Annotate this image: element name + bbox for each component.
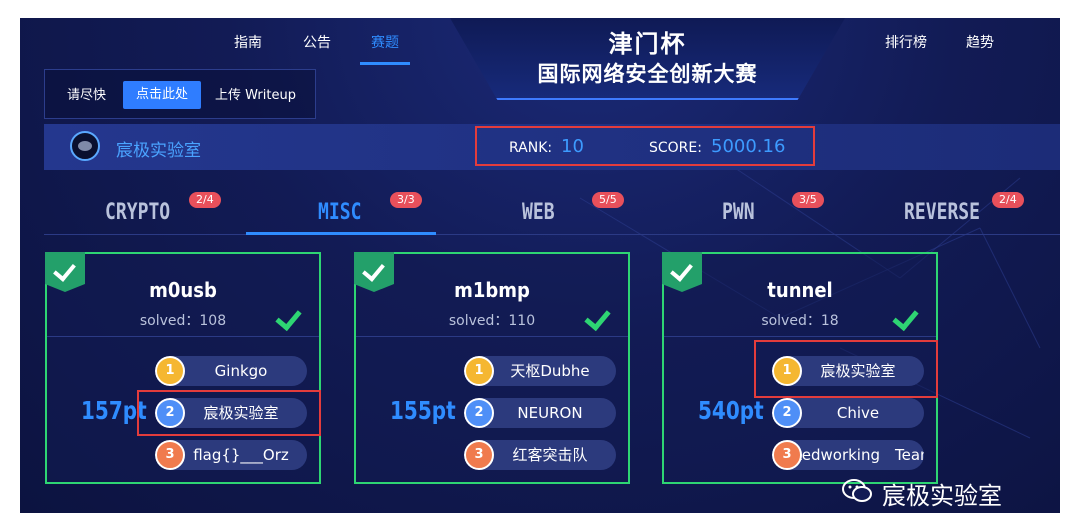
solver-name: 天枢Dubhe	[510, 362, 590, 380]
tab-misc-badge: 3/3	[390, 192, 422, 208]
tab-web-label: WEB	[522, 200, 555, 225]
solver-name: NEURON	[517, 404, 583, 422]
watermark-text: 宸极实验室	[882, 482, 1002, 510]
wechat-icon	[842, 479, 872, 502]
solver-second: 2 NEURON	[464, 398, 616, 428]
nav-active-indicator	[360, 62, 410, 65]
upload-writeup-link[interactable]: 上传 Writeup	[215, 84, 296, 103]
card-divider	[664, 336, 936, 337]
rank-label: RANK:	[509, 140, 553, 156]
nav-challenges[interactable]: 赛题	[371, 32, 399, 52]
card-divider	[356, 336, 628, 337]
solver-third: 3 flag{}___Orz	[155, 440, 307, 470]
category-tabs: CRYPTO 2/4 MISC 3/3 WEB 5/5 PWN 3/5 REVE…	[20, 190, 1060, 240]
wechat-watermark: 宸极实验室	[842, 476, 1002, 511]
nav-announcements[interactable]: 公告	[303, 32, 331, 52]
rank-value: 10	[561, 136, 584, 157]
hint-text: 请尽快	[67, 88, 107, 103]
nav-leaderboard[interactable]: 排行榜	[885, 32, 927, 52]
tab-active-indicator	[246, 232, 436, 235]
solver-second: 2 Chive	[772, 398, 924, 428]
solver-first: 1 天枢Dubhe	[464, 356, 616, 386]
challenge-points: 155pt	[390, 396, 456, 425]
event-banner: 津门杯 国际网络安全创新大赛	[450, 18, 845, 100]
solver-first: 1 Ginkgo	[155, 356, 307, 386]
solver-name: 红客突击队	[512, 446, 588, 464]
tab-reverse-label: REVERSE	[904, 200, 981, 225]
team-avatar	[70, 131, 100, 161]
solver-name: flag{}___Orz	[193, 446, 289, 464]
challenge-points: 540pt	[698, 396, 764, 425]
solver-third: 3 红客突击队	[464, 440, 616, 470]
nav-trends[interactable]: 趋势	[966, 32, 994, 52]
score-label: SCORE:	[649, 140, 702, 156]
event-subtitle: 国际网络安全创新大赛	[537, 62, 758, 86]
tab-pwn-label: PWN	[722, 200, 755, 225]
card-divider	[47, 336, 319, 337]
team-name: 宸极实验室	[116, 141, 201, 161]
rank-score-box: RANK: 10 SCORE: 5000.16	[475, 126, 815, 166]
solver-name: Ginkgo	[214, 362, 268, 380]
event-title: 津门杯	[608, 30, 687, 58]
bronze-medal-icon: 3	[772, 440, 802, 470]
score-value: 5000.16	[711, 136, 786, 157]
tab-web-badge: 5/5	[592, 192, 624, 208]
click-here-button[interactable]: 点击此处	[123, 81, 201, 109]
ctf-platform-screen: 指南 公告 赛题 排行榜 趋势 津门杯 国际网络安全创新大赛 请尽快 点击此处 …	[20, 18, 1060, 513]
tab-reverse-badge: 2/4	[992, 192, 1024, 208]
bronze-medal-icon: 3	[464, 440, 494, 470]
gold-medal-icon: 1	[464, 356, 494, 386]
writeup-hint-box: 请尽快 点击此处 上传 Writeup	[44, 69, 316, 119]
solver-name: Redworking Team	[792, 446, 924, 464]
tab-crypto-badge: 2/4	[189, 192, 221, 208]
silver-medal-icon: 2	[464, 398, 494, 428]
nav-guide[interactable]: 指南	[234, 32, 262, 52]
gold-medal-icon: 1	[155, 356, 185, 386]
highlight-box	[754, 340, 938, 398]
solver-third: 3 Redworking Team	[772, 440, 924, 470]
tab-misc-label: MISC	[318, 200, 362, 225]
challenge-card-m0usb[interactable]: m0usb solved：108 157pt 1 Ginkgo 2 宸极实验室 …	[45, 252, 321, 484]
bronze-medal-icon: 3	[155, 440, 185, 470]
team-status-bar: 宸极实验室 RANK: 10 SCORE: 5000.16	[44, 124, 1060, 170]
challenge-card-m1bmp[interactable]: m1bmp solved：110 155pt 1 天枢Dubhe 2 NEURO…	[354, 252, 630, 484]
silver-medal-icon: 2	[772, 398, 802, 428]
challenge-title: m1bmp	[454, 278, 530, 302]
solver-name: Chive	[836, 404, 880, 422]
challenge-card-tunnel[interactable]: tunnel solved：18 540pt 1 宸极实验室 2 Chive 3…	[662, 252, 938, 484]
challenge-title: tunnel	[767, 278, 833, 302]
tab-crypto-label: CRYPTO	[105, 200, 171, 225]
tab-pwn-badge: 3/5	[792, 192, 824, 208]
highlight-box	[137, 390, 321, 436]
challenge-title: m0usb	[149, 278, 217, 302]
tabs-divider	[44, 234, 1060, 235]
